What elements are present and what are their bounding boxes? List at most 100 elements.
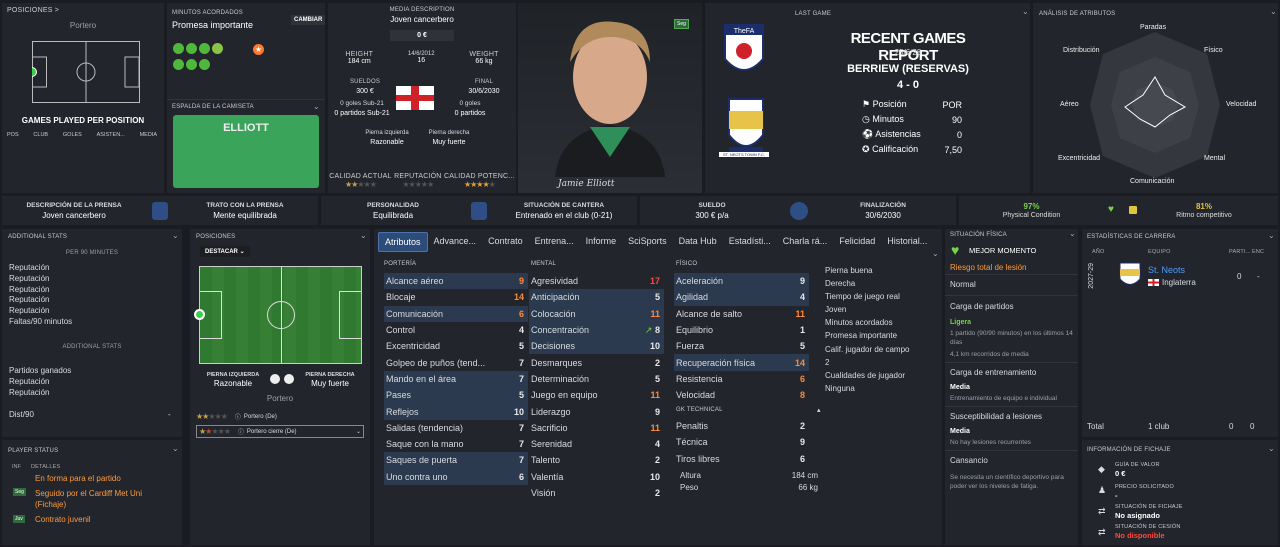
col-details: Detalles xyxy=(31,464,61,470)
tab-report[interactable]: Informe xyxy=(580,232,623,252)
tab-training[interactable]: Entrena... xyxy=(529,232,580,252)
attr-row[interactable]: Velocidad 8 xyxy=(674,387,809,403)
attr-row[interactable]: Alcance aéreo 9 xyxy=(384,273,528,290)
chevron-down-icon[interactable]: ⌄ xyxy=(932,249,939,258)
scouted-badge[interactable]: Seg xyxy=(674,19,689,29)
attr-row[interactable]: Aceleración 9 xyxy=(674,273,809,290)
status-youth[interactable]: Contrato juvenil xyxy=(35,515,91,524)
attr-row[interactable]: Blocaje 14 xyxy=(384,289,528,305)
reputation-label: Reputación xyxy=(394,173,442,180)
col-year[interactable]: Año xyxy=(1092,249,1105,255)
attr-row[interactable]: Control 4 xyxy=(384,322,528,338)
attr-row[interactable]: Excentricidad 5 xyxy=(384,338,528,354)
attr-row[interactable]: Colocación 11 xyxy=(529,305,664,322)
attr-row[interactable]: Alcance de salto 11 xyxy=(674,306,809,322)
chevron-down-icon[interactable]: ⌄ xyxy=(1069,229,1076,238)
apps-u21: 0 partidos Sub-21 xyxy=(334,110,390,117)
attr-row[interactable]: Tiros libres 6 xyxy=(674,451,809,467)
attr-row[interactable]: Serenidad 4 xyxy=(529,436,664,452)
attr-row[interactable]: Comunicación 6 xyxy=(384,305,528,322)
attr-row[interactable]: Saque con la mano 7 xyxy=(384,436,528,452)
attr-row[interactable]: Mando en el área 7 xyxy=(384,370,528,388)
col-apps[interactable]: Parti... xyxy=(1229,249,1251,255)
chevron-down-icon[interactable]: ⌄ xyxy=(1268,231,1275,240)
chevron-down-icon[interactable]: ⌄ xyxy=(1268,444,1275,453)
attr-row[interactable]: Decisiones 10 xyxy=(529,338,664,355)
clock-icon: ◷ xyxy=(862,114,870,124)
trait-icon[interactable] xyxy=(186,43,197,54)
potential-label: Calidad potenc... xyxy=(444,173,515,180)
attr-row[interactable]: Desmarques 2 xyxy=(529,354,664,370)
tab-history[interactable]: Historial... xyxy=(881,232,933,252)
attr-row[interactable]: Resistencia 6 xyxy=(674,371,809,387)
chevron-up-icon[interactable]: ▴ xyxy=(817,406,821,414)
chevron-down-icon[interactable]: ⌄ xyxy=(1270,7,1277,16)
change-button[interactable]: CAMBIAR xyxy=(291,15,325,25)
col-goals[interactable]: GOLES xyxy=(63,132,82,138)
attr-row[interactable]: Agilidad 4 xyxy=(674,289,809,306)
status-fit[interactable]: En forma para el partido xyxy=(35,474,121,483)
tab-contract[interactable]: Contrato xyxy=(482,232,529,252)
attr-row[interactable]: Recuperación física 14 xyxy=(674,354,809,371)
role-row-1[interactable]: ★★★★★ ⓘ Portero (De) xyxy=(196,411,364,422)
shirt-back: ELLIOTT xyxy=(173,115,319,188)
attr-row[interactable]: Equilibrio 1 xyxy=(674,322,809,338)
career-team[interactable]: St. Neots xyxy=(1148,265,1185,275)
attr-row[interactable]: Reflejos 10 xyxy=(384,403,528,420)
chevron-down-icon[interactable]: ⌄ xyxy=(172,444,179,453)
attr-row[interactable]: Determinación 5 xyxy=(529,371,664,387)
attr-row[interactable]: Talento 2 xyxy=(529,452,664,468)
attr-row[interactable]: Saques de puerta 7 xyxy=(384,452,528,469)
tab-stats[interactable]: Estadísti... xyxy=(723,232,777,252)
chevron-down-icon[interactable]: ⌄ xyxy=(313,102,320,111)
col-team[interactable]: Equipo xyxy=(1148,249,1171,255)
col-rating[interactable]: MEDIA xyxy=(140,132,157,138)
chevron-down-icon[interactable]: ⌄ xyxy=(360,231,367,240)
trait-icon[interactable] xyxy=(186,59,197,70)
attr-row[interactable]: Anticipación 5 xyxy=(529,289,664,306)
attr-row[interactable]: Golpeo de puños (tend... 7 xyxy=(384,354,528,370)
attr-row[interactable]: Uno contra uno 6 xyxy=(384,468,528,485)
attr-row[interactable]: Juego en equipo 11 xyxy=(529,387,664,403)
attr-row[interactable]: Sacrificio 11 xyxy=(529,420,664,436)
trait-icon[interactable] xyxy=(173,43,184,54)
bio-row: Height 184 cm 14/6/2012 16 Weight 66 kg xyxy=(328,51,516,65)
attr-row[interactable]: Fuerza 5 xyxy=(674,338,809,354)
chevron-down-icon[interactable]: ⌄ xyxy=(1022,7,1029,16)
col-pos[interactable]: POS xyxy=(7,132,19,138)
left-foot-value-2: Razonable xyxy=(213,379,253,388)
attr-row[interactable]: Pases 5 xyxy=(384,387,528,404)
trait-icon[interactable] xyxy=(173,59,184,70)
tab-advanced[interactable]: Advance... xyxy=(428,232,483,252)
trait-icon[interactable] xyxy=(199,43,210,54)
attr-row[interactable]: Liderazgo 9 xyxy=(529,403,664,419)
tab-quick-chat[interactable]: Charla rá... xyxy=(777,232,834,252)
star-icon[interactable]: ★ xyxy=(253,44,264,55)
attr-row[interactable]: Técnica 9 xyxy=(674,434,809,450)
tab-scisports[interactable]: SciSports xyxy=(622,232,673,252)
transfer-status-label: Situación de fichaje xyxy=(1115,504,1183,510)
attr-row[interactable]: Salidas (tendencia) 7 xyxy=(384,420,528,436)
ability-stars: ★★★★★ xyxy=(345,180,377,189)
tab-happiness[interactable]: Felicidad xyxy=(833,232,881,252)
col-goals[interactable]: Enc xyxy=(1252,249,1264,255)
role-row-2[interactable]: ★★★★★ ⓘ Portero cierre (De) ⌄ xyxy=(196,425,364,438)
trait-icon[interactable] xyxy=(212,43,223,54)
chevron-down-icon[interactable]: ⌄ xyxy=(172,231,179,240)
col-assists[interactable]: ASISTEN... xyxy=(97,132,125,138)
tab-data-hub[interactable]: Data Hub xyxy=(673,232,723,252)
trait-icon[interactable] xyxy=(199,59,210,70)
attr-row[interactable]: Agresividad 17 xyxy=(529,273,664,289)
status-scouted[interactable]: Seguido por el Cardiff Met Uni (Fichaje) xyxy=(35,488,175,510)
positions-header[interactable]: Posiciones > xyxy=(7,7,59,14)
tab-attributes[interactable]: Atributos xyxy=(378,232,428,252)
national-team-crest: TheFA xyxy=(724,24,764,71)
gk-position-marker[interactable] xyxy=(194,309,205,320)
ability-row: Calidad actual ★★★★★ Reputación ★★★★★ Cali… xyxy=(328,173,516,189)
highlight-select[interactable]: DESTACAR ⌄ xyxy=(200,246,250,257)
attr-row[interactable]: Valentía 10 xyxy=(529,469,664,485)
attr-row[interactable]: Visión 2 xyxy=(529,485,664,501)
attr-row[interactable]: Penaltis 2 xyxy=(674,418,809,434)
col-club[interactable]: CLUB xyxy=(33,132,48,138)
attr-row[interactable]: Concentración ↗ 8 xyxy=(529,321,664,339)
